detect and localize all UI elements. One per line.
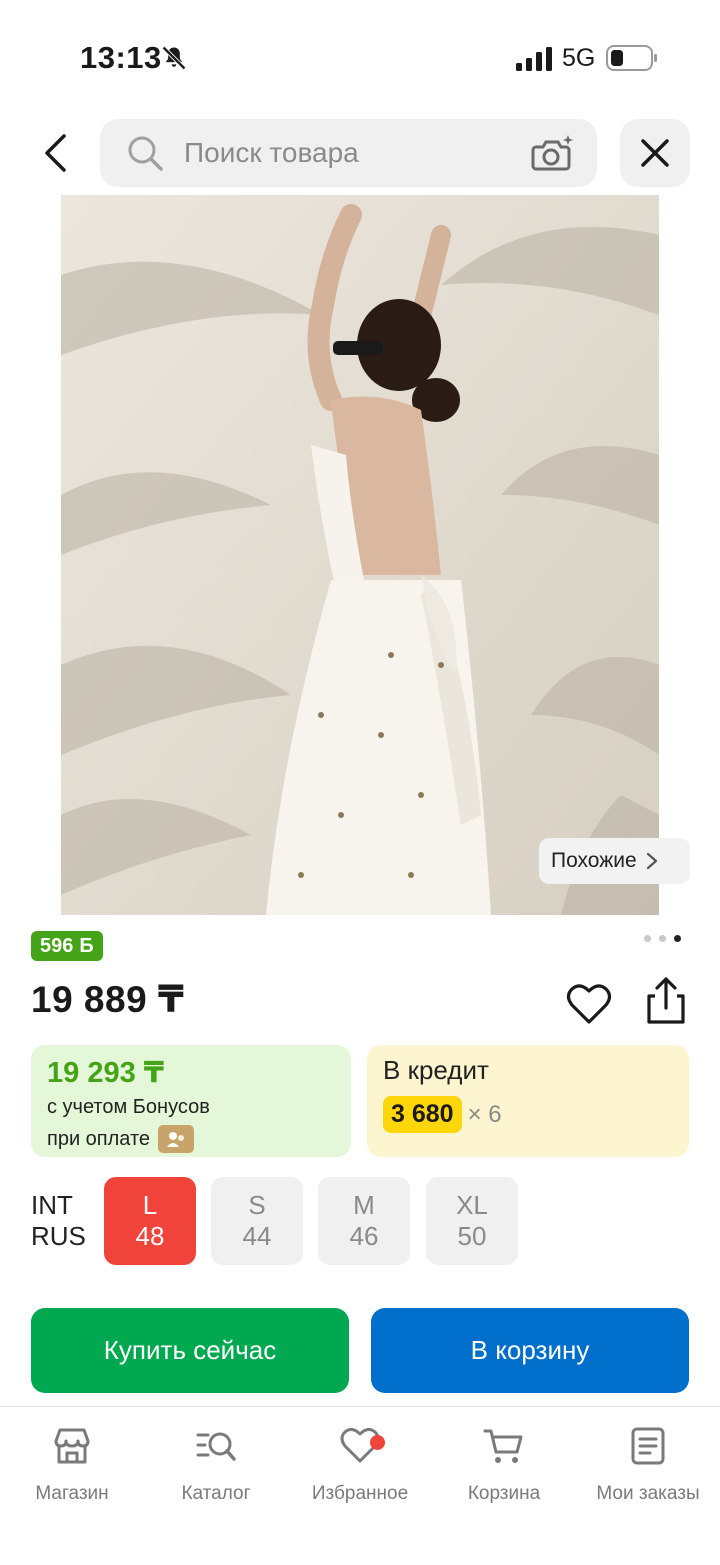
- camera-search-icon[interactable]: [531, 133, 575, 173]
- bottom-navigation: Магазин Каталог Избранное Корзина Мои за…: [0, 1406, 720, 1565]
- nav-label-favorites: Избранное: [311, 1483, 409, 1504]
- size-int: XL: [456, 1190, 488, 1220]
- pagination-dot: [644, 935, 651, 942]
- add-to-cart-button[interactable]: В корзину: [371, 1308, 689, 1393]
- size-label-int: INT: [31, 1190, 73, 1220]
- search-input[interactable]: Поиск товара: [100, 119, 597, 187]
- size-option-xl[interactable]: XL 50: [426, 1177, 518, 1265]
- network-label: 5G: [562, 44, 596, 72]
- nav-label-store: Магазин: [35, 1483, 109, 1504]
- nav-item-store[interactable]: Магазин: [0, 1425, 144, 1505]
- size-rus: 50: [457, 1221, 487, 1251]
- nav-item-catalog[interactable]: Каталог: [144, 1425, 288, 1505]
- battery-icon: [606, 45, 657, 71]
- nav-label-catalog: Каталог: [181, 1483, 251, 1504]
- product-price: 19 889 ₸: [31, 979, 185, 1020]
- buy-now-button[interactable]: Купить сейчас: [31, 1308, 349, 1393]
- catalog-icon: [196, 1432, 236, 1461]
- credit-row: 3 680 × 6: [383, 1096, 673, 1133]
- credit-multiplier: × 6: [467, 1100, 502, 1128]
- bonus-points-value: 596: [40, 934, 74, 957]
- close-button[interactable]: [620, 119, 690, 187]
- pagination-dot: [659, 935, 666, 942]
- size-label-rus: RUS: [31, 1221, 86, 1251]
- pagination-dot-active: [674, 935, 681, 942]
- bonus-price-card[interactable]: 19 293 ₸ с учетом Бонусов при оплате: [31, 1045, 351, 1157]
- nav-label-orders: Мои заказы: [596, 1483, 700, 1504]
- bonus-points-badge: 596 Б: [31, 931, 103, 961]
- nav-item-favorites[interactable]: Избранное: [288, 1425, 432, 1505]
- orders-icon: [631, 1427, 665, 1465]
- back-button[interactable]: [30, 128, 80, 178]
- store-icon: [54, 1428, 90, 1464]
- bonus-line-2-text: при оплате: [47, 1127, 151, 1150]
- bonus-line-1-text: с учетом Бонусов: [47, 1096, 210, 1118]
- credit-card[interactable]: В кредит 3 680 × 6: [367, 1045, 689, 1157]
- size-rus: 48: [135, 1221, 165, 1251]
- size-option-m[interactable]: M 46: [318, 1177, 410, 1265]
- nav-label-cart: Корзина: [467, 1483, 541, 1504]
- similar-label: Похожие: [551, 849, 637, 872]
- bonus-line-1: с учетом Бонусов: [47, 1096, 335, 1119]
- favorites-notification-dot: [370, 1435, 385, 1450]
- nav-item-cart[interactable]: Корзина: [432, 1425, 576, 1505]
- cart-icon: [483, 1429, 523, 1463]
- back-arrow-icon: [45, 134, 66, 172]
- signal-icon: [516, 47, 552, 71]
- bonus-price: 19 293 ₸: [47, 1057, 164, 1089]
- size-option-l[interactable]: L 48: [104, 1177, 196, 1265]
- chevron-right-icon: [646, 852, 657, 870]
- bonus-line-2: при оплате: [47, 1125, 335, 1153]
- credit-title: В кредит: [383, 1055, 489, 1085]
- credit-amount: 3 680: [383, 1096, 462, 1133]
- size-system-labels: INT RUS: [31, 1190, 86, 1252]
- bell-muted-icon: [162, 46, 186, 70]
- share-icon[interactable]: [643, 976, 689, 1026]
- size-option-s[interactable]: S 44: [211, 1177, 303, 1265]
- bonus-points-unit: Б: [79, 934, 94, 957]
- status-bar: 13:13 5G: [0, 0, 720, 110]
- similar-products-button[interactable]: Похожие: [539, 838, 690, 884]
- search-placeholder: Поиск товара: [184, 137, 359, 168]
- product-image[interactable]: [61, 195, 659, 915]
- search-icon: [128, 136, 163, 171]
- status-time: 13:13: [80, 40, 162, 75]
- image-pagination: [644, 935, 681, 942]
- payment-method-icon: [158, 1125, 195, 1153]
- close-icon: [641, 139, 669, 167]
- size-int: L: [142, 1190, 158, 1220]
- nav-item-orders[interactable]: Мои заказы: [576, 1425, 720, 1505]
- product-photo: [61, 195, 659, 915]
- size-rus: 46: [349, 1221, 379, 1251]
- size-int: M: [353, 1190, 375, 1220]
- size-int: S: [248, 1190, 266, 1220]
- size-rus: 44: [242, 1221, 272, 1251]
- favorite-heart-icon[interactable]: [566, 982, 612, 1026]
